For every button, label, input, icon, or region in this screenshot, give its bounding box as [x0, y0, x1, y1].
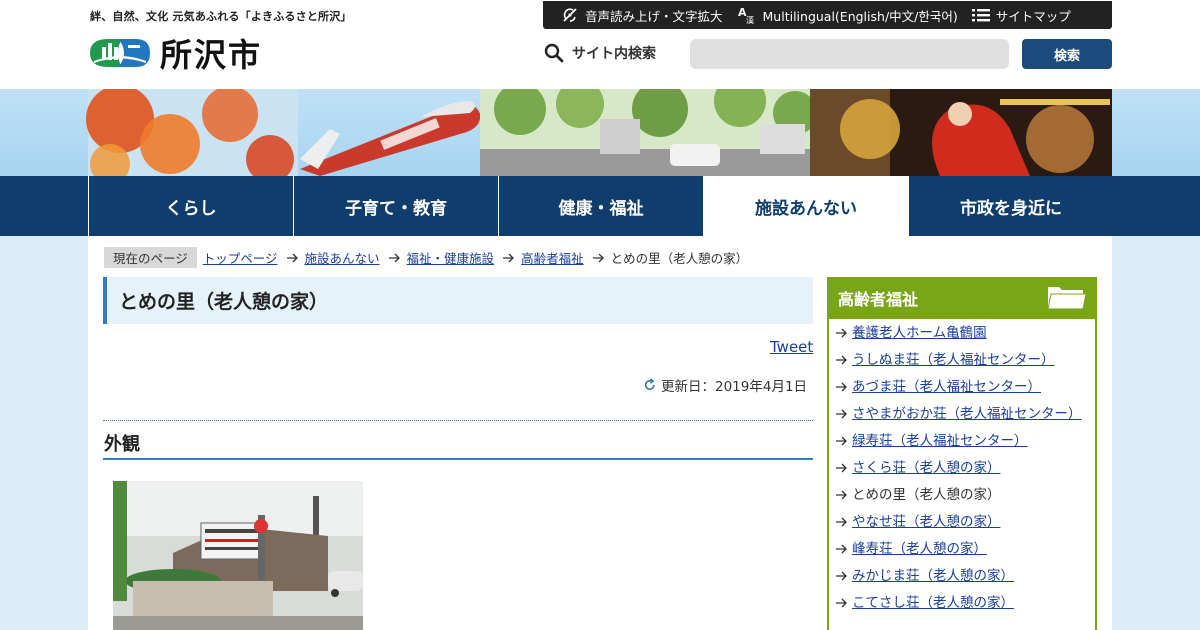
- search-icon: [544, 43, 564, 63]
- arrow-right-icon: [836, 328, 852, 338]
- banner-photo-collage: [86, 89, 1112, 176]
- site-header: 絆、自然、文化 元気あふれる「よきふるさと所沢」 所沢市 音声読み上げ・文字拡大…: [0, 0, 1200, 89]
- search-label-text: サイト内検索: [572, 46, 656, 62]
- breadcrumb-link-koreisha[interactable]: 高齢者福祉: [521, 248, 584, 267]
- nav-item-kurashi[interactable]: くらし: [88, 176, 293, 236]
- site-search-label: サイト内検索: [544, 40, 656, 66]
- speech-off-icon: [561, 6, 579, 24]
- arrow-right-icon: [836, 517, 852, 527]
- sitemap-label: サイトマップ: [995, 8, 1071, 24]
- global-nav-list: くらし 子育て・教育 健康・福祉 施設あんない 市政を身近に: [88, 176, 1113, 236]
- side-menu-item[interactable]: みかじま荘（老人憩の家）: [836, 566, 1086, 587]
- breadcrumb-link-fukushi-kenko[interactable]: 福祉・健康施設: [407, 248, 495, 267]
- nav-item-shisei[interactable]: 市政を身近に: [908, 176, 1113, 236]
- global-nav: くらし 子育て・教育 健康・福祉 施設あんない 市政を身近に: [0, 176, 1200, 236]
- translate-icon: A 漢: [737, 6, 757, 24]
- breadcrumb-link-shisetsu[interactable]: 施設あんない: [305, 248, 380, 267]
- side-menu-item[interactable]: 養護老人ホーム亀鶴園: [836, 323, 1086, 344]
- arrow-right-icon: [836, 490, 852, 500]
- list-icon: [971, 8, 990, 22]
- side-menu-item[interactable]: 峰寿荘（老人憩の家）: [836, 539, 1086, 560]
- site-logo[interactable]: 所沢市: [88, 34, 262, 74]
- tokorozawa-city-emblem-icon: [90, 39, 150, 67]
- folder-icon: [1047, 285, 1087, 315]
- breadcrumb-link-top[interactable]: トップページ: [203, 248, 278, 267]
- side-menu-item[interactable]: さやまがおか荘（老人福祉センター）: [836, 404, 1086, 425]
- side-menu-link[interactable]: 峰寿荘（老人憩の家）: [852, 539, 987, 560]
- breadcrumb-current: とめの里（老人憩の家）: [610, 251, 749, 266]
- search-input[interactable]: [690, 39, 1009, 69]
- read-aloud-link[interactable]: 音声読み上げ・文字拡大: [561, 6, 723, 25]
- arrow-right-icon: [836, 544, 852, 554]
- side-menu-item[interactable]: さくら荘（老人憩の家）: [836, 458, 1086, 479]
- side-menu-header: 高齢者福祉: [827, 277, 1097, 319]
- side-menu-item[interactable]: やなせ荘（老人憩の家）: [836, 512, 1086, 533]
- updated-date-text: 更新日：2019年4月1日: [661, 379, 808, 395]
- side-menu-item[interactable]: うしぬま荘（老人福祉センター）: [836, 350, 1086, 371]
- section-divider: [103, 420, 813, 421]
- arrow-right-icon: [836, 382, 852, 392]
- nav-item-shisetsu[interactable]: 施設あんない: [703, 176, 908, 236]
- nav-item-kosodate[interactable]: 子育て・教育: [293, 176, 498, 236]
- main-content: 現在のページ トップページ 施設あんない 福祉・健康施設 高齢者福祉 とめの里（…: [88, 236, 1112, 630]
- side-menu-item[interactable]: こてさし荘（老人憩の家）: [836, 593, 1086, 614]
- refresh-icon: [643, 378, 657, 392]
- side-menu-title: 高齢者福祉: [838, 290, 919, 309]
- arrow-right-icon: [592, 253, 605, 263]
- tweet-link[interactable]: Tweet: [770, 338, 813, 356]
- side-menu-link[interactable]: あづま荘（老人福祉センター）: [852, 377, 1041, 398]
- side-menu-link[interactable]: さくら荘（老人憩の家）: [852, 458, 1001, 479]
- read-aloud-label: 音声読み上げ・文字拡大: [585, 8, 723, 24]
- arrow-right-icon: [503, 253, 515, 263]
- side-menu-link[interactable]: 緑寿荘（老人福祉センター）: [852, 431, 1028, 452]
- utility-bar: 音声読み上げ・文字拡大 A 漢 Multilingual(English/中文/…: [543, 1, 1112, 29]
- arrow-right-icon: [836, 409, 852, 419]
- facility-exterior-photo: [113, 481, 363, 630]
- side-menu-item[interactable]: 緑寿荘（老人福祉センター）: [836, 431, 1086, 452]
- page-title: とめの里（老人憩の家）: [103, 277, 813, 324]
- arrow-right-icon: [836, 571, 852, 581]
- side-menu-link[interactable]: 養護老人ホーム亀鶴園: [852, 323, 987, 344]
- arrow-right-icon: [388, 253, 401, 263]
- side-menu-link[interactable]: さやまがおか荘（老人福祉センター）: [852, 404, 1082, 425]
- arrow-right-icon: [836, 436, 852, 446]
- side-menu: 高齢者福祉 養護老人ホーム亀鶴園 うしぬま荘（老人福祉センター） あづま荘（老人…: [827, 277, 1097, 630]
- side-menu-item[interactable]: あづま荘（老人福祉センター）: [836, 377, 1086, 398]
- side-menu-link[interactable]: うしぬま荘（老人福祉センター）: [852, 350, 1055, 371]
- arrow-right-icon: [836, 598, 852, 608]
- breadcrumb: 現在のページ トップページ 施設あんない 福祉・健康施設 高齢者福祉 とめの里（…: [104, 247, 748, 268]
- side-menu-link[interactable]: みかじま荘（老人憩の家）: [852, 566, 1014, 587]
- side-menu-link[interactable]: こてさし荘（老人憩の家）: [852, 593, 1014, 614]
- breadcrumb-here-label: 現在のページ: [104, 247, 197, 268]
- multilingual-link[interactable]: A 漢 Multilingual(English/中文/한국어): [737, 6, 958, 25]
- city-name: 所沢市: [160, 36, 263, 74]
- side-menu-list: 養護老人ホーム亀鶴園 うしぬま荘（老人福祉センター） あづま荘（老人福祉センター…: [836, 323, 1086, 620]
- site-tagline: 絆、自然、文化 元気あふれる「よきふるさと所沢」: [90, 10, 352, 23]
- arrow-right-icon: [836, 355, 852, 365]
- svg-text:漢: 漢: [746, 15, 754, 24]
- search-button[interactable]: 検索: [1022, 39, 1112, 69]
- sitemap-link[interactable]: サイトマップ: [971, 6, 1071, 25]
- arrow-right-icon: [286, 253, 299, 263]
- section-title-exterior: 外観: [103, 430, 813, 460]
- arrow-right-icon: [836, 463, 852, 473]
- side-menu-current: とめの里（老人憩の家）: [852, 487, 1001, 503]
- updated-date: 更新日：2019年4月1日: [643, 375, 807, 395]
- hero-banner: [0, 89, 1200, 176]
- side-menu-link[interactable]: やなせ荘（老人憩の家）: [852, 512, 1001, 533]
- nav-item-kenko-fukushi[interactable]: 健康・福祉: [498, 176, 703, 236]
- side-menu-item-current: とめの里（老人憩の家）: [836, 485, 1086, 506]
- multilingual-label: Multilingual(English/中文/한국어): [762, 8, 958, 24]
